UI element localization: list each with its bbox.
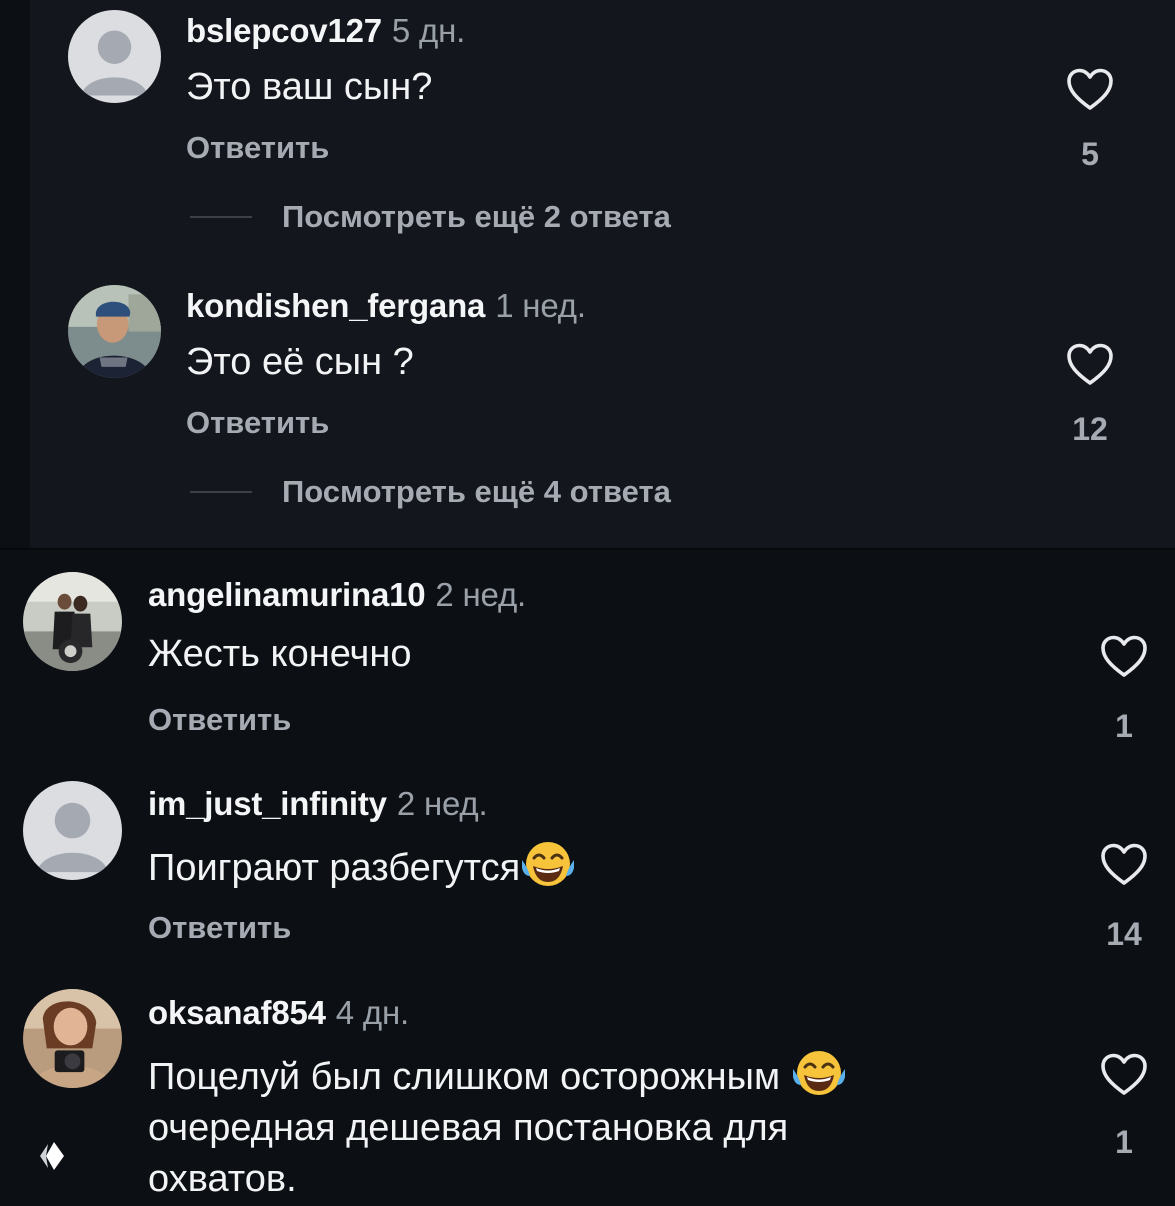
avatar[interactable] [68,10,161,103]
reply-button[interactable]: Ответить [148,910,291,946]
profile-photo [23,572,122,671]
comment-text: Это ваш сын? [186,66,433,108]
comment-username[interactable]: im_just_infinity 2 нед. [148,785,488,823]
heart-icon[interactable] [1100,1053,1148,1097]
avatar[interactable] [23,572,122,671]
comment-username[interactable]: oksanaf854 4 дн. [148,994,409,1032]
divider [0,548,1175,550]
heart-icon[interactable] [1100,635,1148,679]
watermark-logo-icon [36,1138,70,1174]
comment-time: 2 нед. [435,576,527,613]
laughing-emoji-icon [791,1047,847,1097]
comment-text: Поцелуй был слишком осторожным очередная… [148,1047,1048,1205]
default-avatar-icon [23,781,122,880]
profile-photo [23,989,122,1088]
comment-time: 2 нед. [396,785,488,822]
comment-username[interactable]: kondishen_fergana 1 нед. [186,287,586,325]
like-count: 14 [1106,916,1142,952]
replies-line [190,216,252,218]
view-more-replies-label: Посмотреть ещё 4 ответа [282,474,671,509]
avatar[interactable] [68,285,161,378]
comment-time: 5 дн. [391,12,466,49]
reply-button[interactable]: Ответить [186,130,329,166]
comment-time: 1 нед. [495,287,586,324]
comment-time: 4 дн. [335,994,409,1031]
view-more-replies[interactable]: Посмотреть ещё 2 ответа [190,197,671,237]
view-more-replies-label: Посмотреть ещё 2 ответа [282,199,671,234]
like-count: 1 [1115,708,1133,744]
heart-icon[interactable] [1066,68,1114,112]
avatar[interactable] [23,781,122,880]
default-avatar-icon [68,10,161,103]
laughing-emoji-icon [520,838,576,888]
comment-text-line: очередная дешевая постановка для [148,1107,789,1149]
comment-text: Поиграют разбегутся [148,838,576,893]
comment-username[interactable]: bslepcov127 5 дн. [186,12,465,50]
replies-line [190,491,252,493]
comments-page: bslepcov127 5 дн. Это ваш сын? Ответить 5… [0,0,1175,1206]
view-more-replies[interactable]: Посмотреть ещё 4 ответа [190,472,671,512]
comment-text: Это её сын ? [186,341,414,383]
comment-text-line: охватов. [148,1158,297,1200]
like-count: 1 [1115,1124,1133,1160]
like-count: 12 [1072,411,1108,447]
comment-text-line: Поцелуй был слишком осторожным [148,1047,1048,1103]
heart-icon[interactable] [1100,843,1148,887]
comment-username[interactable]: angelinamurina10 2 нед. [148,576,526,614]
like-count: 5 [1081,136,1099,172]
profile-photo [68,285,161,378]
heart-icon[interactable] [1066,343,1114,387]
avatar[interactable] [23,989,122,1088]
reply-button[interactable]: Ответить [186,405,329,441]
comment-text: Жесть конечно [148,633,412,675]
reply-button[interactable]: Ответить [148,702,291,738]
comment-text-content: Поиграют разбегутся [148,847,521,889]
